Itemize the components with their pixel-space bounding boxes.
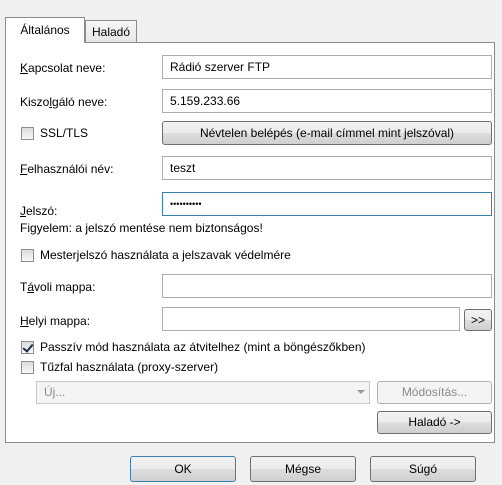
cancel-button[interactable]: Mégse	[250, 456, 356, 482]
passive-mode-checkbox[interactable]	[21, 341, 34, 354]
anonymous-login-label: Névtelen belépés (e-mail címmel mint jel…	[199, 126, 455, 140]
advanced-settings-label: Haladó ->	[408, 415, 461, 429]
cancel-label: Mégse	[284, 462, 322, 476]
proxy-select-value: Új...	[44, 385, 66, 399]
password-label: Jelszó:	[20, 204, 58, 218]
browse-folder-button[interactable]: >>	[464, 309, 492, 331]
browse-folder-label: >>	[470, 313, 485, 327]
ok-label: OK	[174, 462, 192, 476]
username-value: teszt	[170, 161, 196, 175]
anonymous-login-button[interactable]: Névtelen belépés (e-mail címmel mint jel…	[162, 121, 492, 145]
tab-advanced-label: Haladó	[91, 25, 131, 39]
tab-general-label: Általános	[20, 23, 70, 37]
ssl-label: SSL/TLS	[40, 126, 89, 140]
help-button[interactable]: Súgó	[370, 456, 476, 482]
ssl-checkbox[interactable]	[21, 127, 34, 140]
username-field[interactable]: teszt	[162, 156, 492, 180]
ok-button[interactable]: OK	[130, 456, 236, 482]
server-name-value: 5.159.233.66	[170, 94, 241, 108]
server-name-label: Kiszolgáló neve:	[20, 95, 108, 109]
firewall-label: Tűzfal használata (proxy-szerver)	[40, 360, 219, 374]
chevron-down-icon	[357, 390, 365, 394]
advanced-settings-button[interactable]: Haladó ->	[377, 411, 492, 434]
connection-name-value: Rádió szerver FTP	[170, 60, 271, 74]
passive-mode-label: Passzív mód használata az átvitelhez (mi…	[40, 340, 366, 354]
modify-proxy-label: Módosítás...	[401, 385, 468, 399]
tab-general[interactable]: Általános	[5, 17, 85, 43]
password-field[interactable]: ••••••••••	[162, 192, 492, 216]
master-password-label: Mesterjelszó használata a jelszavak véde…	[40, 248, 291, 262]
proxy-select[interactable]: Új...	[36, 381, 370, 404]
general-tab-panel: Kapcsolat neve: Rádió szerver FTP Kiszol…	[5, 42, 495, 443]
password-warning: Figyelem: a jelszó mentése nem biztonság…	[20, 221, 263, 235]
master-password-checkbox[interactable]	[21, 249, 34, 262]
connection-name-field[interactable]: Rádió szerver FTP	[162, 55, 492, 79]
firewall-checkbox[interactable]	[21, 361, 34, 374]
remote-folder-field[interactable]	[162, 274, 492, 298]
help-label: Súgó	[408, 462, 438, 476]
connection-name-label: Kapcsolat neve:	[20, 61, 106, 75]
server-name-field[interactable]: 5.159.233.66	[162, 89, 492, 113]
tab-advanced[interactable]: Haladó	[85, 20, 137, 42]
password-value: ••••••••••	[170, 199, 202, 209]
remote-folder-label: Távoli mappa:	[20, 280, 96, 294]
username-label: Felhasználói név:	[20, 162, 114, 176]
local-folder-field[interactable]	[162, 307, 460, 331]
local-folder-label: Helyi mappa:	[20, 314, 91, 328]
modify-proxy-button[interactable]: Módosítás...	[377, 381, 492, 404]
